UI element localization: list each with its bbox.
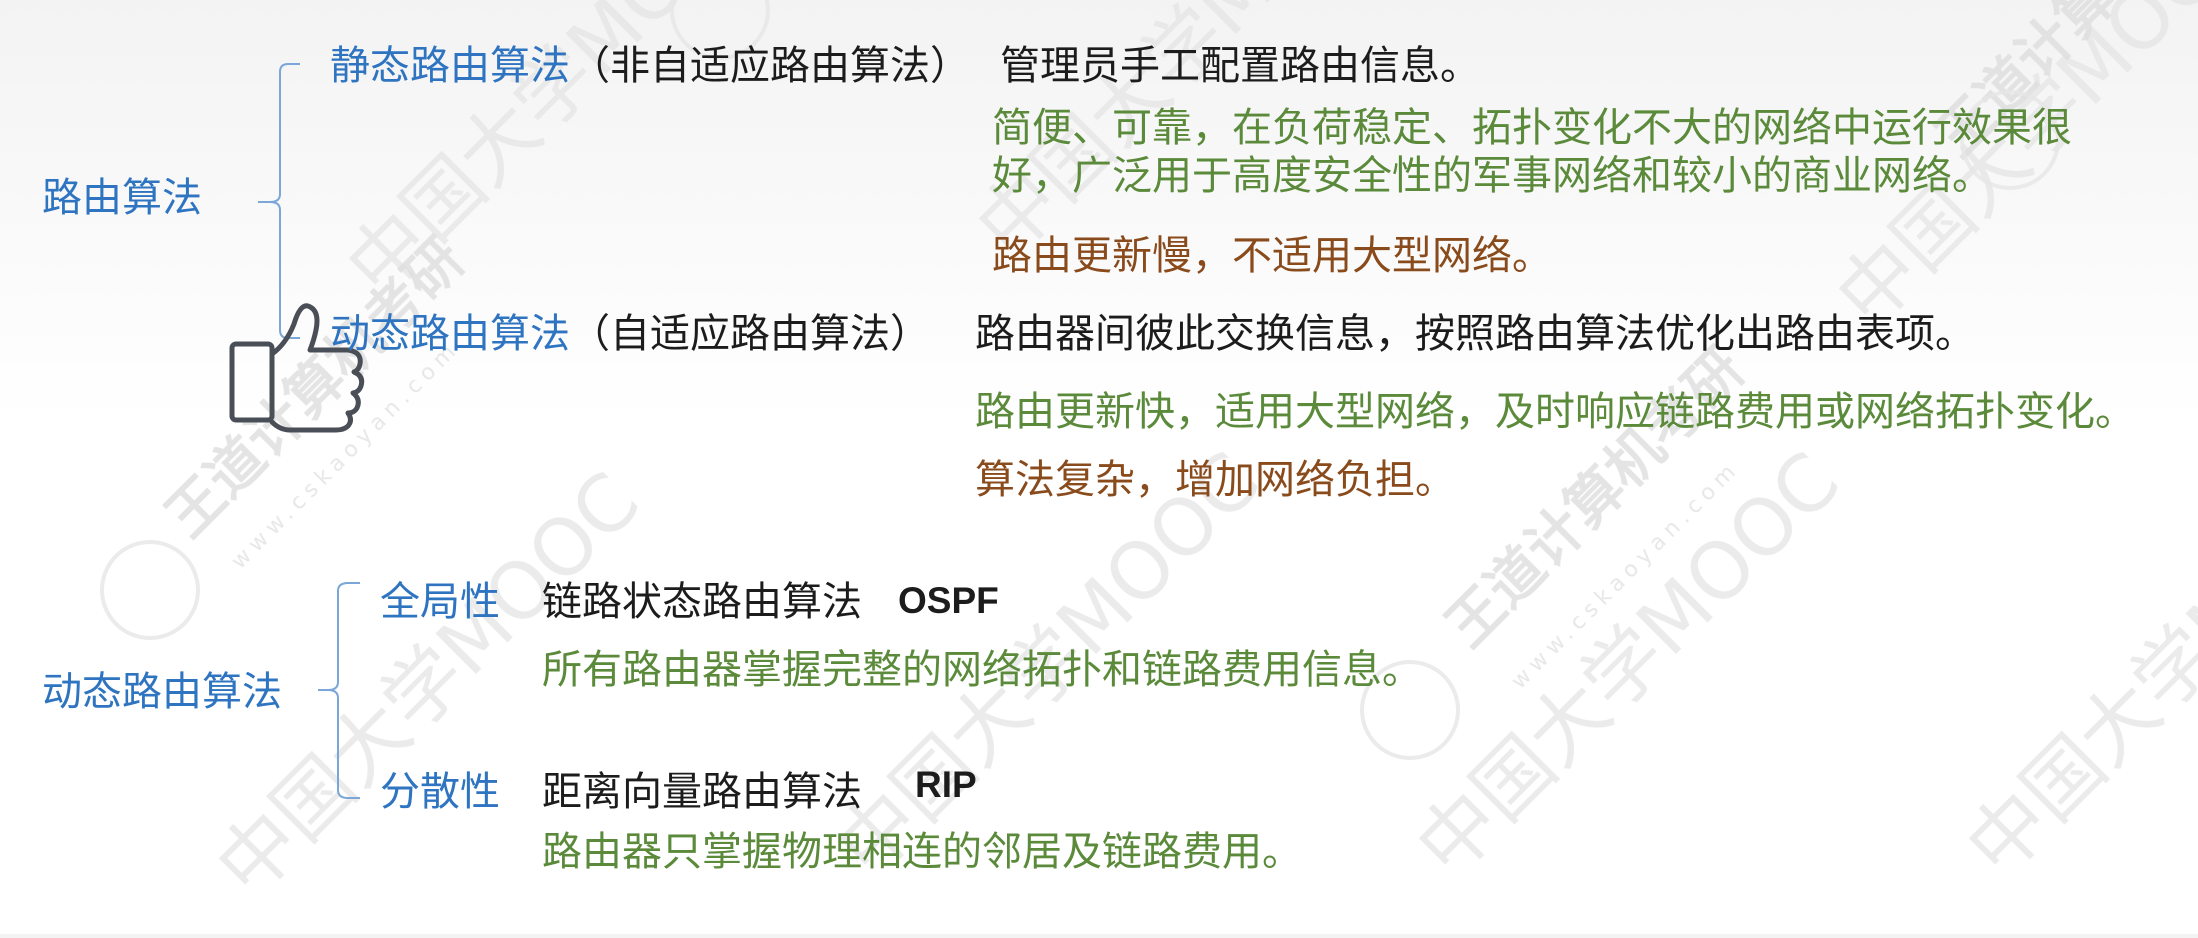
dynamic-routing-con: 算法复杂，增加网络负担。 [975, 457, 1455, 503]
rip-label: RIP [915, 764, 977, 805]
routing-algorithm-root: 路由算法 [42, 175, 202, 221]
static-routing-pro-line2: 好，广泛用于高度安全性的军事网络和较小的商业网络。 [992, 153, 1992, 199]
static-routing-desc: 管理员手工配置路由信息。 [1000, 43, 1480, 89]
dynamic-routing-row: 动态路由算法（自适应路由算法） [330, 314, 930, 354]
global-label: 全局性 [380, 579, 500, 625]
ospf-label: OSPF [898, 580, 999, 621]
link-state-desc: 所有路由器掌握完整的网络拓扑和链路费用信息。 [542, 647, 1422, 693]
bottom-bracket [318, 582, 360, 799]
link-state-algo: 链路状态路由算法 [542, 579, 862, 625]
distributed-label: 分散性 [380, 769, 500, 815]
static-routing-pro-line1: 简便、可靠，在负荷稳定、拓扑变化不大的网络中运行效果很 [992, 105, 2072, 151]
dynamic-routing-name: 动态路由算法 [330, 311, 570, 357]
static-routing-con: 路由更新慢，不适用大型网络。 [992, 233, 1552, 279]
dynamic-routing-pro: 路由更新快，适用大型网络，及时响应链路费用或网络拓扑变化。 [975, 389, 2135, 435]
static-routing-paren: （非自适应路由算法） [570, 43, 970, 89]
top-bracket [258, 63, 300, 339]
distance-vector-desc: 路由器只掌握物理相连的邻居及链路费用。 [542, 829, 1302, 875]
dynamic-routing-root: 动态路由算法 [42, 669, 282, 715]
distance-vector-algo: 距离向量路由算法 [542, 769, 862, 815]
dynamic-routing-desc: 路由器间彼此交换信息，按照路由算法优化出路由表项。 [975, 311, 1975, 357]
static-routing-name: 静态路由算法 [330, 43, 570, 89]
dynamic-routing-paren: （自适应路由算法） [570, 311, 930, 357]
static-routing-row: 静态路由算法（非自适应路由算法） [330, 46, 970, 86]
